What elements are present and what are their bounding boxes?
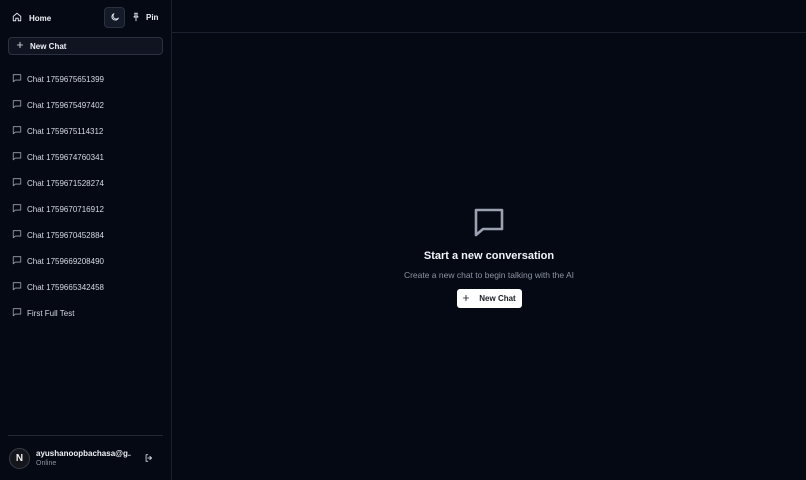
chat-list-item[interactable]: Chat 1759675651399 [0,66,171,92]
sidebar-new-chat-label: New Chat [30,41,67,51]
user-profile: N ayushanoopbachasa@g... Online [0,444,171,474]
sidebar: Home Pin New Chat Chat 1759675651399 Cha… [0,0,172,480]
chat-list-item[interactable]: Chat 1759674760341 [0,144,171,170]
message-square-icon [12,151,22,163]
message-square-icon [12,203,22,215]
sidebar-footer-divider [8,435,163,436]
message-square-icon [12,177,22,189]
main-new-chat-label: New Chat [479,294,516,303]
chat-title: Chat 1759670452884 [27,230,104,240]
chat-list-item[interactable]: Chat 1759665342458 [0,274,171,300]
empty-state-title: Start a new conversation [423,250,555,262]
chat-title: Chat 1759675114312 [27,126,104,136]
empty-state-subtitle: Create a new chat to begin talking with … [403,270,575,280]
chat-list: Chat 1759675651399 Chat 1759675497402 Ch… [0,66,171,326]
main-new-chat-button[interactable]: New Chat [456,289,522,308]
moon-icon [110,9,120,27]
message-square-icon [472,206,506,238]
plus-icon [16,41,24,51]
chat-title: Chat 1759675497402 [27,100,104,110]
sidebar-top-row: Home Pin [0,0,171,36]
avatar[interactable]: N [9,448,30,469]
chat-list-item[interactable]: Chat 1759670452884 [0,222,171,248]
user-status: Online [36,460,57,467]
logout-icon [144,450,154,468]
chat-list-item[interactable]: Chat 1759670716912 [0,196,171,222]
sidebar-new-chat-button[interactable]: New Chat [8,37,163,55]
chat-title: Chat 1759669208490 [27,256,104,266]
empty-state: Start a new conversation Create a new ch… [172,206,806,308]
main-panel: Start a new conversation Create a new ch… [172,0,806,480]
chat-title: Chat 1759675651399 [27,74,104,84]
home-icon [12,12,22,24]
pin-icon [131,12,141,24]
message-square-icon [12,307,22,319]
chat-title: Chat 1759674760341 [27,152,104,162]
chat-title: Chat 1759670716912 [27,204,104,214]
chat-list-item[interactable]: Chat 1759671528274 [0,170,171,196]
message-square-icon [12,99,22,111]
message-square-icon [12,73,22,85]
message-square-icon [12,125,22,137]
chat-title: Chat 1759665342458 [27,282,104,292]
pin-button[interactable]: Pin [131,9,158,26]
pin-label: Pin [146,13,159,22]
plus-icon [462,294,470,304]
chat-list-item[interactable]: Chat 1759669208490 [0,248,171,274]
chat-list-item[interactable]: First Full Test [0,300,171,326]
main-header [172,0,806,33]
chat-list-item[interactable]: Chat 1759675114312 [0,118,171,144]
chat-list-item[interactable]: Chat 1759675497402 [0,92,171,118]
theme-toggle-button[interactable] [104,7,125,28]
app-root: Home Pin New Chat Chat 1759675651399 Cha… [0,0,806,480]
user-email: ayushanoopbachasa@g... [36,449,131,458]
avatar-letter: N [15,453,24,464]
message-square-icon [12,255,22,267]
home-label: Home [29,13,52,23]
logout-button[interactable] [142,452,156,466]
home-link[interactable]: Home [12,10,51,26]
chat-title: Chat 1759671528274 [27,178,104,188]
message-square-icon [12,229,22,241]
message-square-icon [12,281,22,293]
chat-title: First Full Test [27,308,75,318]
